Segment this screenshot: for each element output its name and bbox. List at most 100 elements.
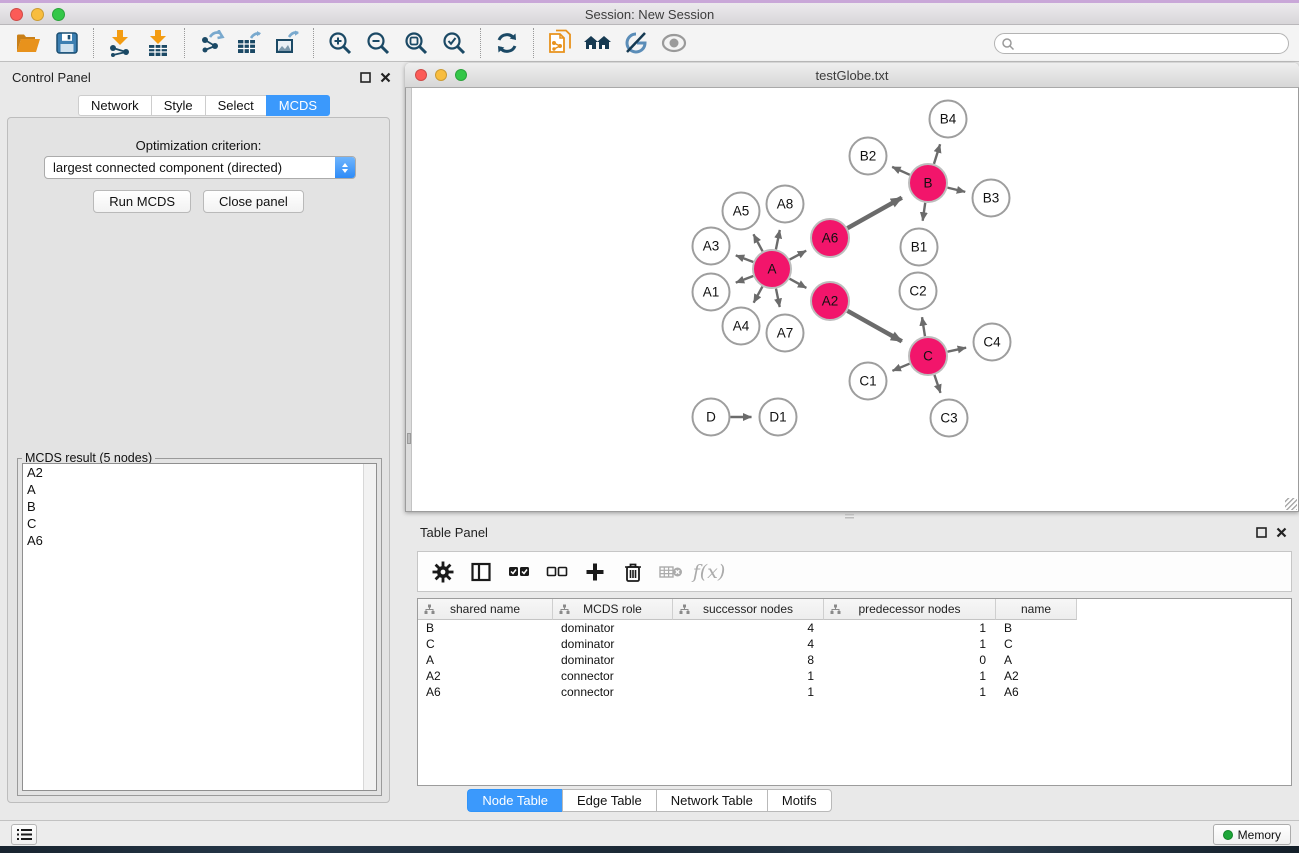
edge-C-C2[interactable] (922, 317, 925, 336)
tab-style[interactable]: Style (151, 95, 205, 116)
table-cell[interactable]: 4 (673, 636, 824, 652)
run-mcds-button[interactable]: Run MCDS (93, 190, 191, 213)
delete-column-icon[interactable] (616, 556, 650, 588)
open-file-icon[interactable] (10, 26, 48, 60)
zoom-selected-icon[interactable] (435, 26, 473, 60)
edge-A-A7[interactable] (776, 289, 780, 307)
network-window-titlebar[interactable]: testGlobe.txt (405, 63, 1299, 88)
tab-network[interactable]: Network (78, 95, 151, 116)
edge-A-A4[interactable] (754, 287, 763, 303)
search-field[interactable] (994, 33, 1289, 54)
horizontal-splitter-grip[interactable] (845, 514, 854, 520)
memory-button[interactable]: Memory (1213, 824, 1291, 845)
tab-motifs[interactable]: Motifs (767, 789, 832, 812)
close-panel-button[interactable]: Close panel (203, 190, 304, 213)
float-table-panel-icon[interactable] (1256, 527, 1267, 538)
edge-C-C3[interactable] (934, 375, 940, 393)
edge-A2-C[interactable] (847, 311, 901, 342)
import-network-icon[interactable] (101, 26, 139, 60)
table-cell[interactable]: A (418, 652, 553, 668)
genemania-icon[interactable] (617, 26, 655, 60)
table-row[interactable]: A2connector11A2 (418, 668, 1291, 684)
result-item[interactable]: A (23, 481, 376, 498)
table-row[interactable]: A6connector11A6 (418, 684, 1291, 700)
edge-B-B2[interactable] (892, 167, 910, 175)
table-cell[interactable]: 1 (673, 684, 824, 700)
result-item[interactable]: B (23, 498, 376, 515)
table-cell[interactable]: A6 (996, 684, 1077, 700)
tab-edge-table[interactable]: Edge Table (562, 789, 656, 812)
table-cell[interactable]: 1 (824, 668, 996, 684)
table-cell[interactable]: B (418, 620, 553, 636)
column-browser-icon[interactable] (464, 556, 498, 588)
edge-A6-B[interactable] (847, 198, 901, 229)
tab-node-table[interactable]: Node Table (467, 789, 562, 812)
column-header-successor-nodes[interactable]: successor nodes (673, 599, 824, 620)
zoom-fit-icon[interactable] (397, 26, 435, 60)
edge-C-C1[interactable] (892, 364, 909, 371)
result-scrollbar[interactable] (363, 464, 376, 790)
splitter-grip[interactable] (407, 433, 411, 444)
close-panel-icon[interactable] (380, 72, 391, 83)
edge-A-A3[interactable] (736, 255, 753, 262)
table-cell[interactable]: A2 (418, 668, 553, 684)
zoom-out-icon[interactable] (359, 26, 397, 60)
table-cell[interactable]: A2 (996, 668, 1077, 684)
import-table-icon[interactable] (139, 26, 177, 60)
add-column-icon[interactable] (578, 556, 612, 588)
table-cell[interactable]: C (418, 636, 553, 652)
result-item[interactable]: A6 (23, 532, 376, 549)
edge-A-A8[interactable] (776, 230, 780, 249)
table-cell[interactable]: 4 (673, 620, 824, 636)
table-cell[interactable]: 0 (824, 652, 996, 668)
mcds-result-list[interactable]: A2ABCA6 (22, 463, 377, 791)
table-row[interactable]: Adominator80A (418, 652, 1291, 668)
table-cell[interactable]: 8 (673, 652, 824, 668)
column-header-MCDS-role[interactable]: MCDS role (553, 599, 673, 620)
float-panel-icon[interactable] (360, 72, 371, 83)
houses-icon[interactable] (579, 26, 617, 60)
table-cell[interactable]: A (996, 652, 1077, 668)
edge-B-B3[interactable] (947, 188, 965, 192)
edge-A-A6[interactable] (790, 251, 807, 260)
eye-icon[interactable] (655, 26, 693, 60)
export-table-icon[interactable] (230, 26, 268, 60)
title-bar[interactable]: Session: New Session (0, 0, 1299, 25)
table-cell[interactable]: 1 (824, 684, 996, 700)
save-session-icon[interactable] (48, 26, 86, 60)
select-all-icon[interactable] (502, 556, 536, 588)
table-cell[interactable]: C (996, 636, 1077, 652)
resize-grip-icon[interactable] (1285, 498, 1297, 510)
table-cell[interactable]: dominator (553, 652, 673, 668)
table-cell[interactable]: dominator (553, 636, 673, 652)
result-item[interactable]: C (23, 515, 376, 532)
search-input[interactable] (1015, 37, 1275, 51)
table-row[interactable]: Bdominator41B (418, 620, 1291, 636)
delete-table-icon[interactable] (654, 556, 688, 588)
zoom-in-icon[interactable] (321, 26, 359, 60)
column-header-predecessor-nodes[interactable]: predecessor nodes (824, 599, 996, 620)
network-canvas[interactable]: B4B2BB3A5A8A6A3B1AA1C2A2A4A7C4CC1C3DD1 (405, 88, 1299, 512)
task-history-button[interactable] (11, 824, 37, 845)
edge-A-A5[interactable] (753, 234, 762, 251)
export-image-icon[interactable] (268, 26, 306, 60)
table-cell[interactable]: 1 (824, 620, 996, 636)
table-row[interactable]: Cdominator41C (418, 636, 1291, 652)
tab-network-table[interactable]: Network Table (656, 789, 767, 812)
edge-B-B1[interactable] (923, 203, 926, 221)
edge-C-C4[interactable] (948, 348, 967, 352)
table-cell[interactable]: dominator (553, 620, 673, 636)
table-cell[interactable]: connector (553, 684, 673, 700)
export-network-icon[interactable] (192, 26, 230, 60)
edge-A-A1[interactable] (736, 276, 753, 283)
gear-icon[interactable] (426, 556, 460, 588)
refresh-layout-icon[interactable] (488, 26, 526, 60)
tab-select[interactable]: Select (205, 95, 266, 116)
tab-mcds[interactable]: MCDS (266, 95, 330, 116)
column-header-shared-name[interactable]: shared name (418, 599, 553, 620)
close-table-panel-icon[interactable] (1276, 527, 1287, 538)
deselect-all-icon[interactable] (540, 556, 574, 588)
table-cell[interactable]: B (996, 620, 1077, 636)
table-cell[interactable]: 1 (824, 636, 996, 652)
table-cell[interactable]: A6 (418, 684, 553, 700)
